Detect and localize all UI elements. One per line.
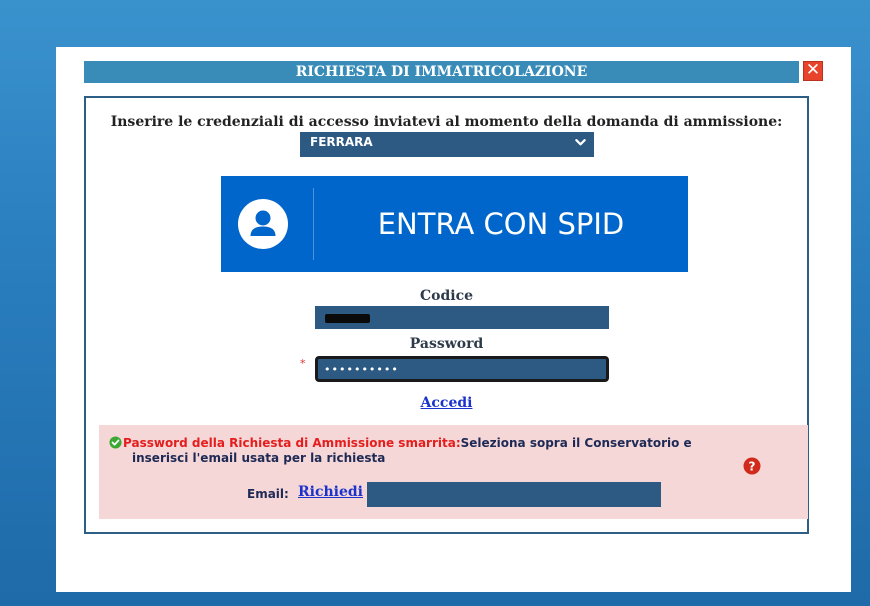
- svg-text:?: ?: [749, 460, 756, 474]
- required-marker: *: [300, 357, 306, 370]
- user-avatar-icon: [238, 199, 288, 249]
- instructions-text: Inserire le credenziali di accesso invia…: [110, 114, 783, 130]
- lost-password-panel: Password della Richiesta di Ammissione s…: [99, 425, 808, 519]
- lost-password-text: Password della Richiesta di Ammissione s…: [109, 436, 749, 466]
- help-icon[interactable]: ?: [743, 457, 761, 475]
- password-input[interactable]: ••••••••••: [315, 356, 609, 382]
- spid-login-button[interactable]: ENTRA CON SPID: [221, 176, 688, 272]
- lost-password-line2: inserisci l'email usata per la richiesta: [132, 451, 386, 465]
- conservatorio-select-value: FERRARA: [310, 135, 373, 149]
- request-password-link[interactable]: Richiedi: [298, 484, 363, 500]
- lost-password-line1: Seleziona sopra il Conservatorio e: [460, 436, 692, 450]
- login-form: Inserire le credenziali di accesso invia…: [84, 96, 809, 534]
- redacted-value: [325, 314, 370, 323]
- codice-input[interactable]: [315, 306, 609, 329]
- email-label: Email:: [247, 487, 289, 501]
- dialog-title: RICHIESTA DI IMMATRICOLAZIONE: [84, 61, 799, 83]
- spid-button-label: ENTRA CON SPID: [377, 207, 625, 241]
- close-icon[interactable]: ✕: [803, 61, 823, 81]
- login-link[interactable]: Accedi: [86, 395, 807, 411]
- chevron-down-icon: [575, 139, 586, 146]
- password-value: ••••••••••: [324, 363, 399, 376]
- check-circle-icon: [109, 436, 122, 449]
- lost-password-title: Password della Richiesta di Ammissione s…: [123, 436, 461, 450]
- conservatorio-select[interactable]: FERRARA: [300, 132, 594, 157]
- codice-label: Codice: [419, 288, 474, 304]
- email-input[interactable]: [367, 482, 661, 507]
- registration-dialog: RICHIESTA DI IMMATRICOLAZIONE ✕ Inserire…: [56, 47, 851, 592]
- password-label: Password: [409, 336, 484, 352]
